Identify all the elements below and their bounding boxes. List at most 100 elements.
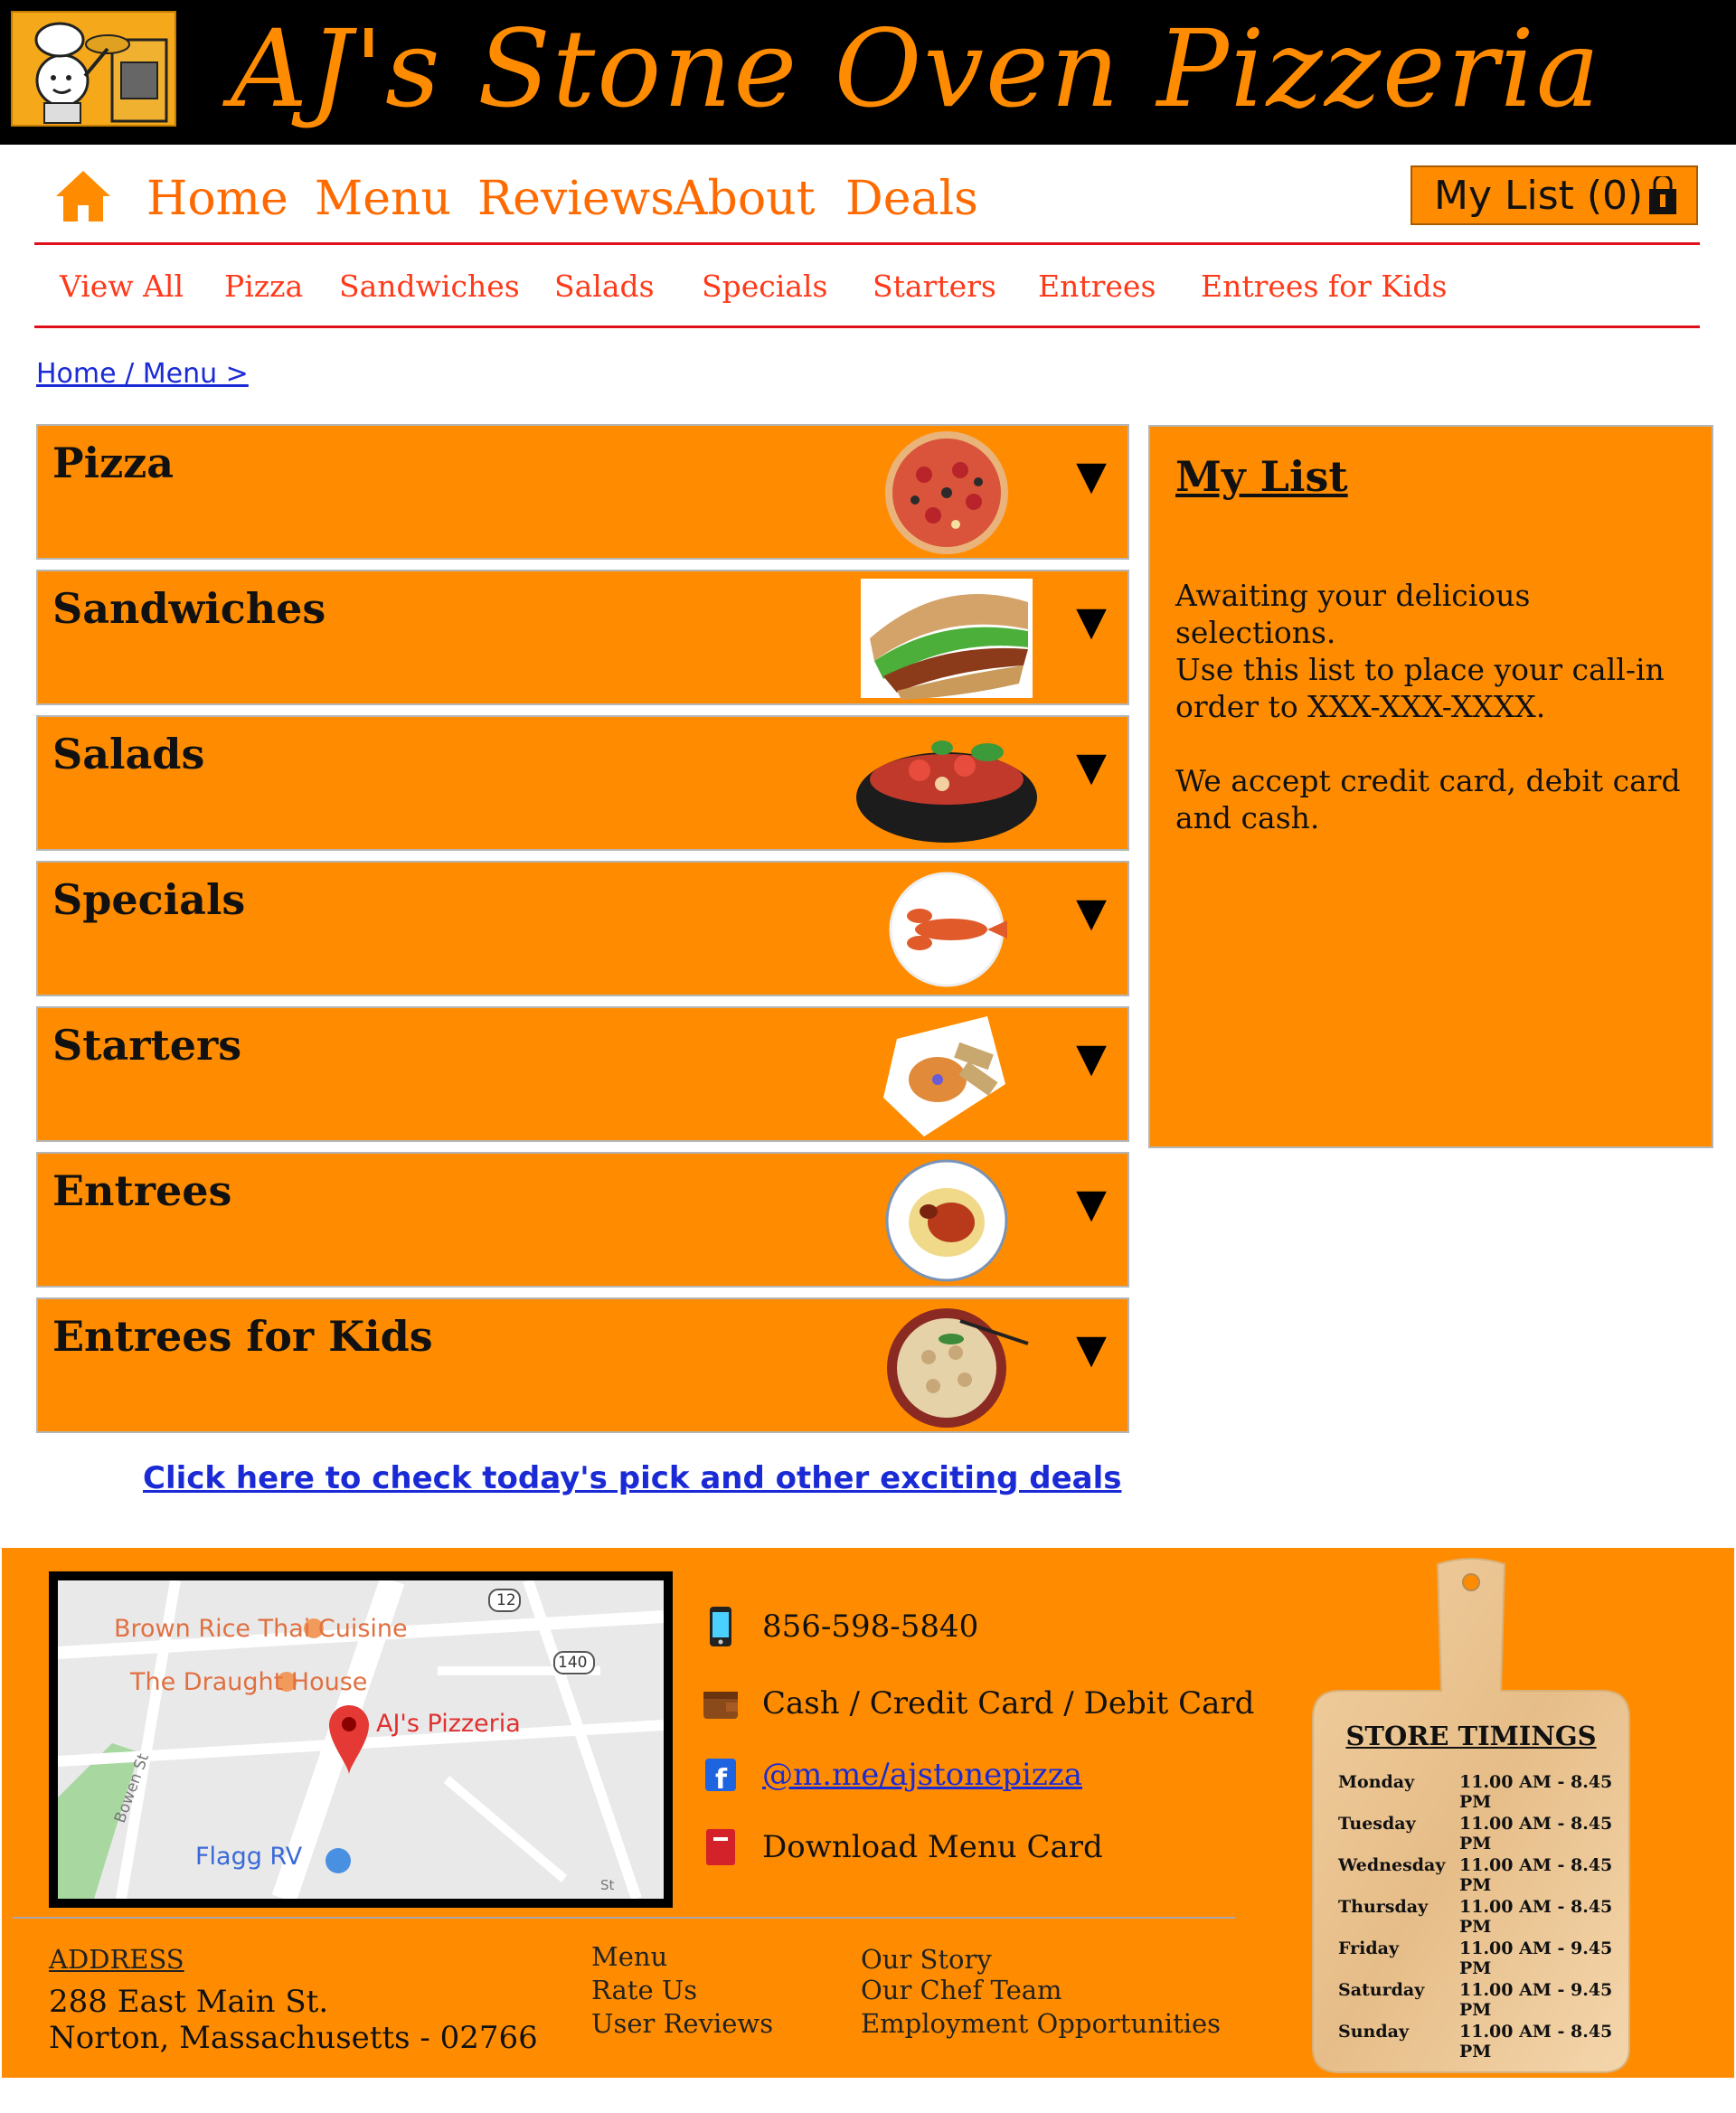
timing-day: Tuesday (1338, 1814, 1416, 1834)
expand-arrow-icon[interactable]: ▼ (1055, 890, 1127, 944)
category-starters[interactable]: Starters ▼ (36, 1006, 1129, 1142)
expand-arrow-icon[interactable]: ▼ (1055, 744, 1127, 798)
my-list-button[interactable]: My List (0) (1410, 165, 1698, 225)
timing-hours: 11.00 AM - 8.45 PM (1459, 1897, 1613, 1937)
expand-arrow-icon[interactable]: ▼ (1055, 1035, 1127, 1090)
site-footer: Brown Rice Thai Cuisine The Draught Hous… (0, 1546, 1736, 2080)
lobster-image (852, 866, 1042, 993)
address-street: 288 East Main St. (49, 1984, 329, 2020)
timing-hours: 11.00 AM - 9.45 PM (1459, 1938, 1613, 1978)
subnav-entrees-for-kids[interactable]: Entrees for Kids (1201, 267, 1447, 307)
my-list-panel: My List Awaiting your delicious selectio… (1148, 425, 1713, 1148)
subnav-salads[interactable]: Salads (554, 267, 655, 307)
subnav-sandwiches[interactable]: Sandwiches (339, 267, 520, 307)
subnav-pizza[interactable]: Pizza (224, 267, 303, 307)
subnav-view-all[interactable]: View All (60, 267, 184, 307)
nav-reviews[interactable]: Reviews (477, 169, 675, 229)
footer-divider (13, 1917, 1235, 1919)
payment-row: Cash / Credit Card / Debit Card (703, 1676, 1254, 1731)
main-navigation: Home Menu Reviews About Deals My List (0… (36, 149, 1700, 247)
expand-arrow-icon[interactable]: ▼ (1055, 1326, 1127, 1381)
timing-day: Sunday (1338, 2022, 1409, 2042)
timing-day: Saturday (1338, 1980, 1425, 2000)
nav-about[interactable]: About (674, 169, 816, 229)
salad-image (852, 721, 1042, 847)
category-entrees-for-kids[interactable]: Entrees for Kids ▼ (36, 1297, 1129, 1433)
map-label-draught-house: The Draught House (130, 1668, 368, 1696)
category-salads[interactable]: Salads ▼ (36, 715, 1129, 851)
category-title: Specials (52, 875, 246, 924)
breadcrumb[interactable]: Home / Menu > (36, 358, 249, 390)
nav-home[interactable]: Home (146, 169, 288, 229)
category-title: Starters (52, 1021, 242, 1070)
facebook-icon: f (703, 1754, 739, 1796)
spaghetti-image (852, 1157, 1042, 1284)
timing-hours: 11.00 AM - 8.45 PM (1459, 1814, 1613, 1854)
category-specials[interactable]: Specials ▼ (36, 861, 1129, 996)
sandwich-image (852, 575, 1042, 702)
wallet-icon (703, 1683, 739, 1724)
store-timings-title: STORE TIMINGS (1345, 1721, 1597, 1751)
store-timings-board: STORE TIMINGS Monday 11.00 AM - 8.45 PM … (1304, 1555, 1638, 2075)
my-list-awaiting-text: Awaiting your delicious selections. (1175, 578, 1531, 650)
deals-link[interactable]: Click here to check today's pick and oth… (143, 1460, 1121, 1496)
subnav-starters[interactable]: Starters (873, 267, 996, 307)
category-title: Salads (52, 730, 205, 778)
site-title: AJ's Stone Oven Pizzeria (231, 6, 1602, 131)
map-label-brown-rice: Brown Rice Thai Cuisine (114, 1615, 408, 1643)
location-map[interactable]: Brown Rice Thai Cuisine The Draught Hous… (49, 1571, 673, 1908)
menu-card-icon (703, 1826, 739, 1868)
facebook-link[interactable]: @m.me/ajstonepizza (762, 1757, 1082, 1793)
timing-hours: 11.00 AM - 8.45 PM (1459, 2022, 1613, 2061)
footer-link-rate-us[interactable]: Rate Us (591, 1975, 697, 2005)
category-title: Entrees for Kids (52, 1312, 433, 1361)
phone-row: 856-598-5840 (703, 1599, 978, 1654)
timing-hours: 11.00 AM - 8.45 PM (1459, 1772, 1613, 1812)
svg-text:f: f (715, 1764, 728, 1796)
site-header: AJ's Stone Oven Pizzeria (0, 0, 1736, 145)
home-icon[interactable] (54, 169, 112, 223)
footer-link-user-reviews[interactable]: User Reviews (591, 2008, 773, 2039)
phone-icon (703, 1606, 739, 1647)
category-title: Sandwiches (52, 584, 326, 633)
chef-logo-icon[interactable] (11, 11, 176, 127)
map-label-route-12: 12 (496, 1591, 516, 1609)
expand-arrow-icon[interactable]: ▼ (1055, 599, 1127, 653)
expand-arrow-icon[interactable]: ▼ (1055, 453, 1127, 507)
nav-menu[interactable]: Menu (315, 169, 451, 229)
pizza-image (852, 429, 1042, 556)
subnav-divider (34, 325, 1700, 328)
subnav-specials[interactable]: Specials (702, 267, 827, 307)
download-menu-card[interactable]: Download Menu Card (762, 1829, 1103, 1865)
category-title: Entrees (52, 1166, 232, 1215)
footer-link-chef-team[interactable]: Our Chef Team (861, 1975, 1062, 2005)
category-pizza[interactable]: Pizza ▼ (36, 424, 1129, 560)
nav-deals[interactable]: Deals (845, 169, 978, 229)
footer-link-menu[interactable]: Menu (591, 1941, 667, 1972)
expand-arrow-icon[interactable]: ▼ (1055, 1181, 1127, 1235)
payment-methods: Cash / Credit Card / Debit Card (762, 1685, 1255, 1722)
category-subnav: View All Pizza Sandwiches Salads Special… (36, 258, 1700, 321)
address-city: Norton, Massachusetts - 02766 (49, 2020, 538, 2056)
subnav-entrees[interactable]: Entrees (1038, 267, 1156, 307)
category-entrees[interactable]: Entrees ▼ (36, 1152, 1129, 1288)
phone-number[interactable]: 856-598-5840 (762, 1608, 978, 1645)
timing-hours: 11.00 AM - 8.45 PM (1459, 1855, 1613, 1895)
shopping-bag-icon (1646, 174, 1680, 216)
download-row: Download Menu Card (703, 1820, 1103, 1874)
kids-bowl-image (852, 1303, 1042, 1429)
starter-plate-image (852, 1012, 1042, 1138)
footer-link-our-story[interactable]: Our Story (861, 1944, 992, 1975)
map-label-ajs-pizzeria: AJ's Pizzeria (376, 1710, 521, 1738)
timing-day: Wednesday (1338, 1855, 1446, 1875)
address-heading: ADDRESS (49, 1944, 184, 1975)
map-label-st: St (600, 1877, 615, 1893)
category-title: Pizza (52, 439, 175, 487)
facebook-row: f @m.me/ajstonepizza (703, 1748, 1082, 1802)
category-sandwiches[interactable]: Sandwiches ▼ (36, 570, 1129, 705)
footer-link-employment[interactable]: Employment Opportunities (861, 2008, 1221, 2039)
timing-day: Monday (1338, 1772, 1415, 1792)
timing-hours: 11.00 AM - 9.45 PM (1459, 1980, 1613, 2020)
my-list-label: My List (0) (1434, 172, 1644, 219)
nav-divider (34, 242, 1700, 245)
